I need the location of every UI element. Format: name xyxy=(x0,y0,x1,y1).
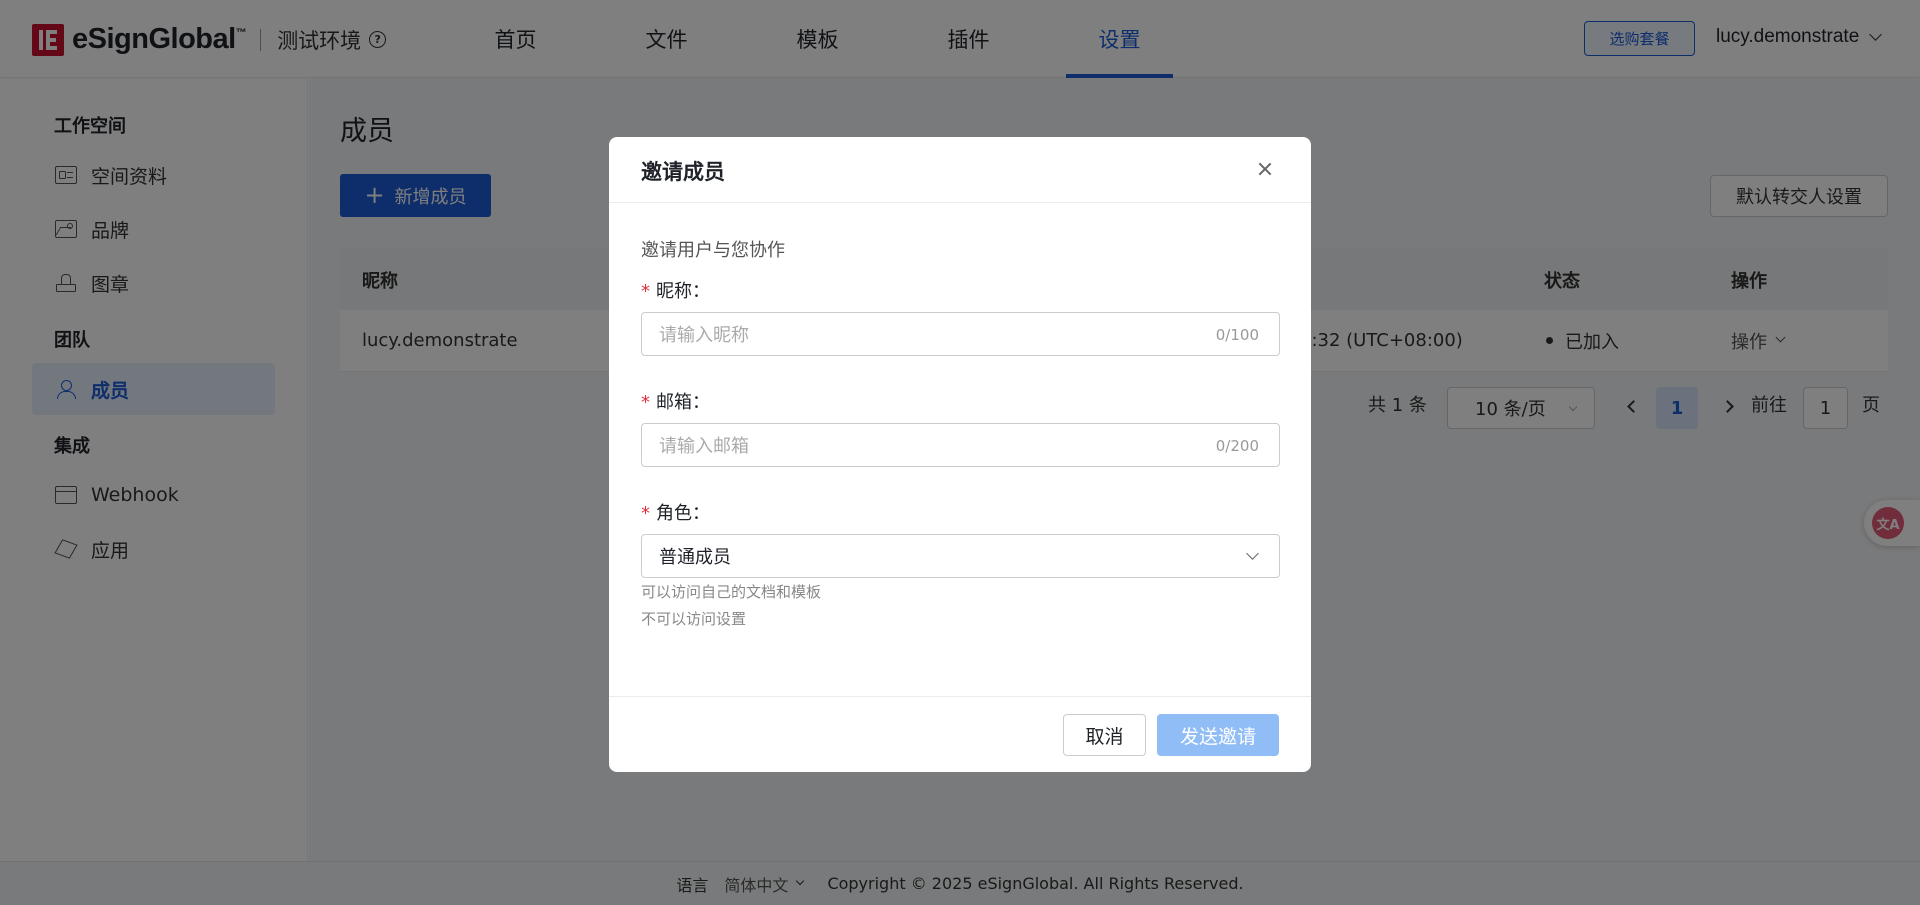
required-mark: * xyxy=(641,503,650,524)
role-selected-value: 普通成员 xyxy=(659,547,731,568)
nickname-label: * 昵称： xyxy=(641,281,710,302)
required-mark: * xyxy=(641,392,650,413)
dialog-footer: 取消 发送邀请 xyxy=(609,696,1311,772)
role-hint-1: 可以访问自己的文档和模板 xyxy=(641,583,822,601)
email-label: * 邮箱： xyxy=(641,392,710,413)
role-label: * 角色： xyxy=(641,503,710,524)
chevron-down-icon xyxy=(1246,547,1259,560)
dialog-header: 邀请成员 xyxy=(609,137,1311,203)
nickname-placeholder: 请输入昵称 xyxy=(659,325,749,346)
role-hint-2: 不可以访问设置 xyxy=(641,610,747,628)
email-char-count: 0/200 xyxy=(1215,437,1259,455)
cancel-button[interactable]: 取消 xyxy=(1063,714,1146,756)
nickname-input[interactable]: 请输入昵称 0/100 xyxy=(641,312,1280,356)
nickname-char-count: 0/100 xyxy=(1215,326,1259,344)
send-invite-button[interactable]: 发送邀请 xyxy=(1157,714,1279,756)
close-icon[interactable] xyxy=(1255,159,1275,179)
dialog-title: 邀请成员 xyxy=(641,160,725,184)
dialog-description: 邀请用户与您协作 xyxy=(641,240,785,261)
email-input[interactable]: 请输入邮箱 0/200 xyxy=(641,423,1280,467)
role-select[interactable]: 普通成员 xyxy=(641,534,1280,578)
required-mark: * xyxy=(641,281,650,302)
email-placeholder: 请输入邮箱 xyxy=(659,436,749,457)
invite-member-dialog: 邀请成员 邀请用户与您协作 * 昵称： 请输入昵称 0/100 * 邮箱： 请输入邮… xyxy=(609,137,1311,772)
